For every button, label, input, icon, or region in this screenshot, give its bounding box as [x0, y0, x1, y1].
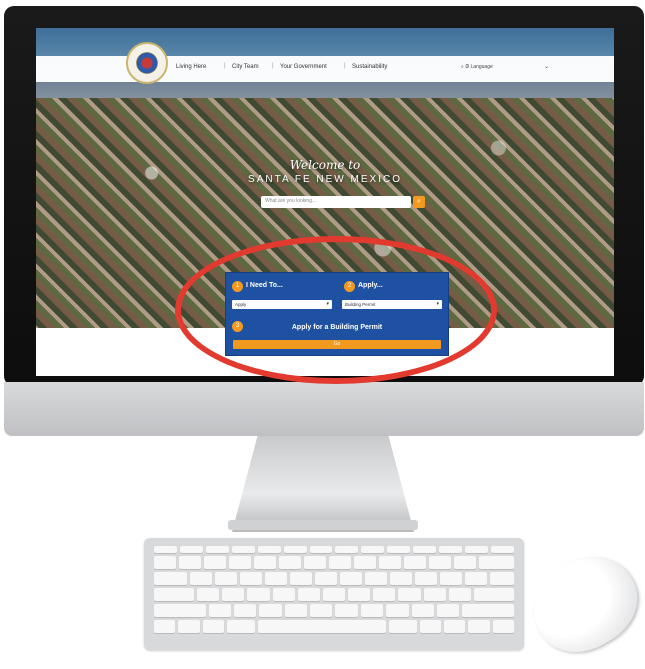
- imac-monitor: Living Here | City Team | Your Governmen…: [4, 6, 644, 436]
- globe-icon: ◍: [465, 64, 470, 70]
- welcome-city-name: SANTA FE NEW MEXICO: [248, 174, 402, 185]
- search-icon[interactable]: ⌕: [461, 64, 464, 70]
- magic-mouse: [517, 539, 645, 669]
- nav-divider: |: [272, 63, 274, 69]
- keyboard-keys: [154, 546, 514, 636]
- search-button[interactable]: ⌕: [413, 196, 425, 208]
- nav-divider: |: [224, 63, 226, 69]
- seal-emblem-icon: [136, 52, 158, 74]
- highlight-circle: [175, 236, 497, 384]
- language-selector[interactable]: ⌕ ◍ Language: [461, 64, 493, 70]
- site-search-input[interactable]: What are you looking...: [261, 196, 411, 208]
- nav-item-city-team[interactable]: City Team: [232, 64, 259, 70]
- search-placeholder: What are you looking...: [265, 198, 317, 204]
- search-icon: ⌕: [417, 198, 421, 205]
- nav-item-living-here[interactable]: Living Here: [176, 64, 206, 70]
- language-label: Language: [470, 64, 493, 70]
- keyboard: [144, 538, 524, 650]
- nav-item-sustainability[interactable]: Sustainability: [352, 64, 387, 70]
- city-seal-logo[interactable]: [126, 42, 168, 84]
- nav-divider: |: [344, 63, 346, 69]
- monitor-stand-base: [228, 520, 418, 530]
- nav-item-your-government[interactable]: Your Government: [280, 64, 327, 70]
- monitor-chin: [4, 382, 644, 436]
- monitor-stand: [232, 436, 414, 532]
- chevron-down-icon[interactable]: ⌄: [544, 63, 549, 70]
- welcome-heading: Welcome to: [289, 158, 361, 172]
